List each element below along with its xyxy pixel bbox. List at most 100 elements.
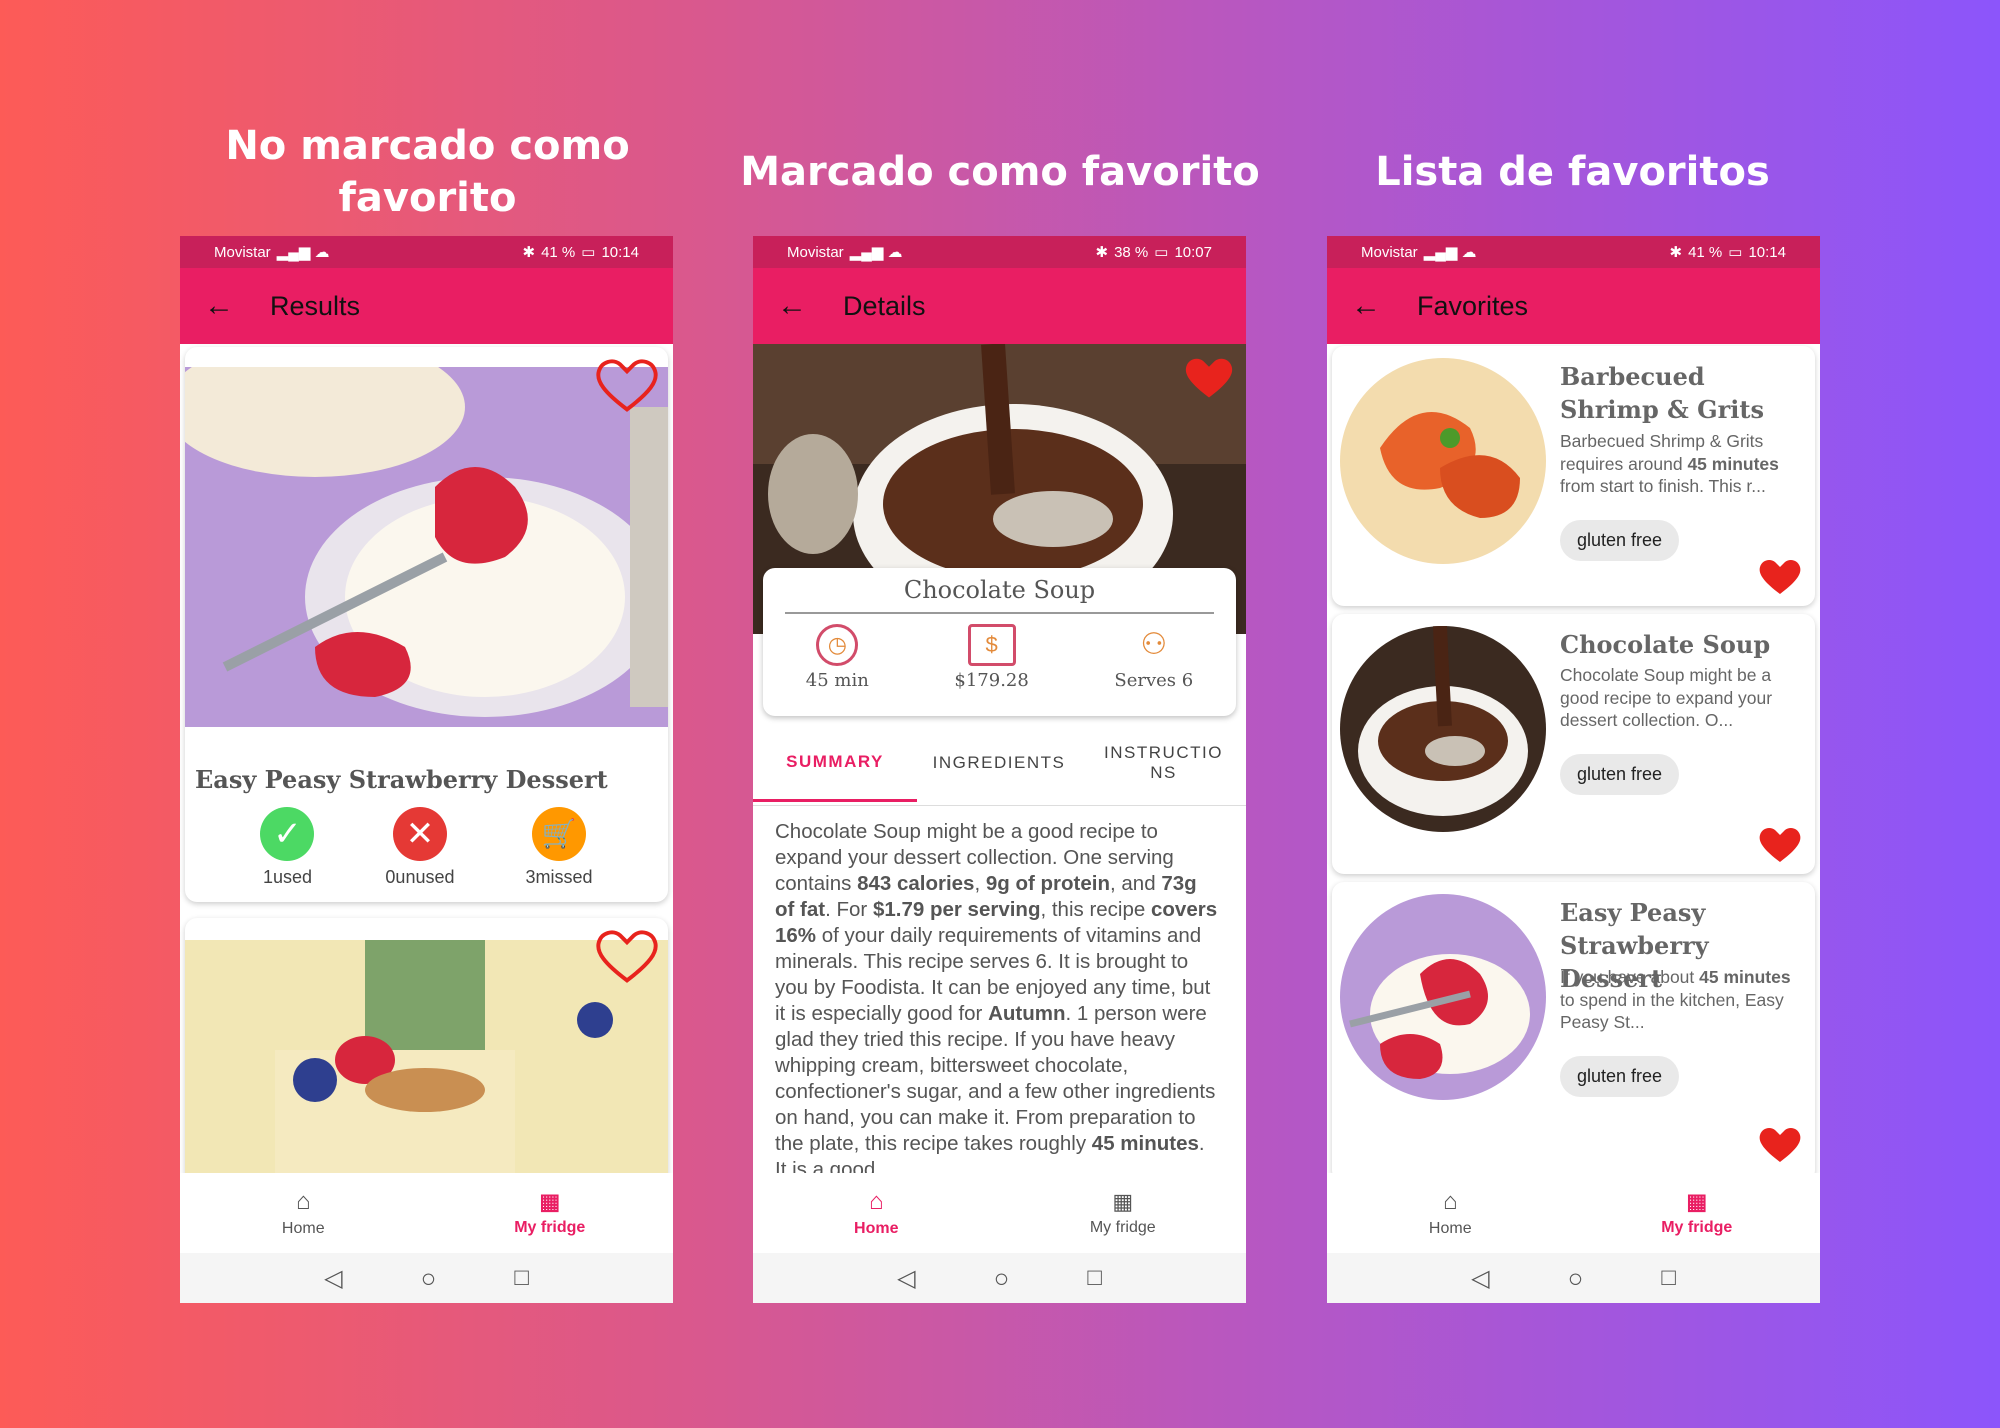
time-label: 10:07	[1174, 243, 1212, 261]
back-triangle-icon[interactable]: ◁	[897, 1264, 915, 1293]
recipe-info-card: Chocolate Soup ◷ 45 min $ $179.28 ⚇ Serv…	[763, 568, 1236, 716]
tab-instructions[interactable]: INSTRUCTIONS	[1081, 724, 1246, 802]
time-label: 10:14	[1748, 243, 1786, 261]
unused-stat: ✕ 0unused	[385, 807, 455, 888]
summary-text: Chocolate Soup might be a good recipe to…	[775, 820, 1218, 1173]
signal-icon: ▂▄▆ ☁	[849, 244, 903, 261]
favorite-item[interactable]: Barbecued Shrimp & Grits Barbecued Shrim…	[1332, 346, 1815, 606]
results-list[interactable]: Easy Peasy Strawberry Dessert ✓ 1used ✕ …	[180, 344, 673, 1173]
carrier-label: Movistar	[787, 243, 844, 261]
favorite-heart-filled-icon[interactable]	[1755, 554, 1805, 598]
app-bar: ← Results	[180, 268, 673, 344]
people-icon: ⚇	[1140, 628, 1168, 661]
ingredient-stats: ✓ 1used ✕ 0unused 🛒 3missed	[225, 807, 628, 888]
nav-my-fridge[interactable]: ▦ My fridge	[1574, 1173, 1821, 1253]
system-navigation: ◁ ○ □	[753, 1253, 1246, 1303]
carrier-label: Movistar	[214, 243, 271, 261]
dashboard-icon: ▦	[1112, 1189, 1134, 1214]
nav-home-label: Home	[1428, 1220, 1472, 1237]
time-label: 10:14	[601, 243, 639, 261]
time-stat: ◷ 45 min	[806, 624, 869, 691]
favorite-heart-outline-icon[interactable]	[592, 353, 662, 415]
bluetooth-icon: ✱	[1669, 244, 1683, 261]
bottom-navigation: ⌂ Home ▦ My fridge	[180, 1173, 673, 1253]
nav-home[interactable]: ⌂ Home	[1327, 1173, 1574, 1253]
page-title: Results	[270, 290, 361, 321]
battery-icon: ▭	[1728, 244, 1743, 261]
recents-square-icon[interactable]: □	[514, 1264, 529, 1292]
time-label: 45 min	[805, 670, 869, 691]
cross-icon: ✕	[392, 807, 447, 861]
recipe-card[interactable]: Easy Peasy Strawberry Dessert ✓ 1used ✕ …	[185, 347, 668, 902]
nav-home[interactable]: ⌂ Home	[753, 1173, 1000, 1253]
app-bar: ← Favorites	[1327, 268, 1820, 344]
bottom-navigation: ⌂ Home ▦ My fridge	[1327, 1173, 1820, 1253]
back-triangle-icon[interactable]: ◁	[1471, 1264, 1489, 1293]
page-title: Details	[843, 290, 926, 321]
price-stat: $ $179.28	[954, 624, 1029, 691]
recipe-thumbnail	[1340, 894, 1546, 1100]
used-label: 1used	[262, 867, 312, 887]
tab-ingredients[interactable]: INGREDIENTS	[917, 724, 1081, 802]
nav-home[interactable]: ⌂ Home	[180, 1173, 427, 1253]
system-navigation: ◁ ○ □	[180, 1253, 673, 1303]
home-circle-icon[interactable]: ○	[421, 1263, 437, 1294]
details-content: Chocolate Soup ◷ 45 min $ $179.28 ⚇ Serv…	[753, 344, 1246, 1173]
favorite-item-desc: If you have about 45 minutes to spend in…	[1560, 967, 1791, 1032]
bottom-navigation: ⌂ Home ▦ My fridge	[753, 1173, 1246, 1253]
battery-label: 41 %	[1688, 243, 1723, 261]
battery-label: 38 %	[1114, 243, 1149, 261]
recipe-image	[185, 367, 668, 727]
favorite-heart-filled-icon[interactable]	[1755, 1122, 1805, 1166]
price-label: $179.28	[954, 670, 1029, 691]
bluetooth-icon: ✱	[1095, 244, 1109, 261]
phone-details: Movistar ▂▄▆ ☁ ✱ 38 % ▭ 10:07 ← Details Choc…	[753, 236, 1246, 1303]
tab-summary[interactable]: SUMMARY	[753, 724, 917, 802]
system-navigation: ◁ ○ □	[1327, 1253, 1820, 1303]
app-bar: ← Details	[753, 268, 1246, 344]
back-triangle-icon[interactable]: ◁	[324, 1264, 342, 1293]
recents-square-icon[interactable]: □	[1087, 1264, 1102, 1292]
tag-gluten-free: gluten free	[1560, 520, 1680, 561]
tag-gluten-free: gluten free	[1560, 754, 1680, 795]
home-icon: ⌂	[296, 1188, 311, 1215]
dashboard-icon: ▦	[539, 1189, 561, 1214]
nav-my-fridge[interactable]: ▦ My fridge	[1000, 1173, 1247, 1253]
favorites-list[interactable]: Barbecued Shrimp & Grits Barbecued Shrim…	[1327, 344, 1820, 1173]
signal-icon: ▂▄▆ ☁	[276, 244, 330, 261]
favorite-heart-filled-icon[interactable]	[1755, 822, 1805, 866]
used-stat: ✓ 1used	[260, 807, 315, 888]
back-arrow-icon[interactable]: ←	[777, 289, 843, 323]
signal-icon: ▂▄▆ ☁	[1423, 244, 1477, 261]
favorite-heart-filled-icon[interactable]	[1180, 352, 1238, 402]
missed-label: 3missed	[525, 867, 593, 887]
favorite-item-desc: Chocolate Soup might be a good recipe to…	[1560, 665, 1773, 730]
favorite-heart-outline-icon[interactable]	[592, 924, 662, 986]
serves-label: Serves 6	[1114, 670, 1194, 691]
favorite-item[interactable]: Easy Peasy Strawberry Dessert If you hav…	[1332, 882, 1815, 1173]
back-arrow-icon[interactable]: ←	[1351, 289, 1417, 323]
recipe-thumbnail	[1340, 358, 1546, 564]
favorite-item[interactable]: Chocolate Soup Chocolate Soup might be a…	[1332, 614, 1815, 874]
recipe-thumbnail	[1340, 626, 1546, 832]
nav-home-label: Home	[281, 1220, 325, 1237]
home-circle-icon[interactable]: ○	[1568, 1263, 1584, 1294]
nav-my-fridge[interactable]: ▦ My fridge	[427, 1173, 674, 1253]
favorite-item-title: Barbecued Shrimp & Grits	[1560, 362, 1764, 424]
home-circle-icon[interactable]: ○	[994, 1263, 1010, 1294]
favorite-item-desc: Barbecued Shrimp & Grits requires around…	[1560, 431, 1779, 496]
back-arrow-icon[interactable]: ←	[204, 289, 270, 323]
recipe-card-title: Easy Peasy Strawberry Dessert	[195, 765, 608, 794]
nav-home-label: Home	[854, 1220, 899, 1237]
battery-icon: ▭	[581, 244, 596, 261]
status-bar: Movistar ▂▄▆ ☁ ✱ 41 % ▭ 10:14	[180, 236, 673, 268]
recipe-stats: ◷ 45 min $ $179.28 ⚇ Serves 6	[763, 624, 1236, 691]
tab-bar: SUMMARY INGREDIENTS INSTRUCTIONS	[753, 724, 1246, 806]
nav-fridge-label: My fridge	[1089, 1219, 1156, 1236]
recents-square-icon[interactable]: □	[1661, 1264, 1676, 1292]
recipe-card[interactable]	[185, 918, 668, 1173]
favorite-item-title: Chocolate Soup	[1560, 630, 1771, 659]
divider	[785, 612, 1214, 614]
clock-icon: ◷	[816, 624, 859, 666]
unused-label: 0unused	[385, 867, 455, 887]
